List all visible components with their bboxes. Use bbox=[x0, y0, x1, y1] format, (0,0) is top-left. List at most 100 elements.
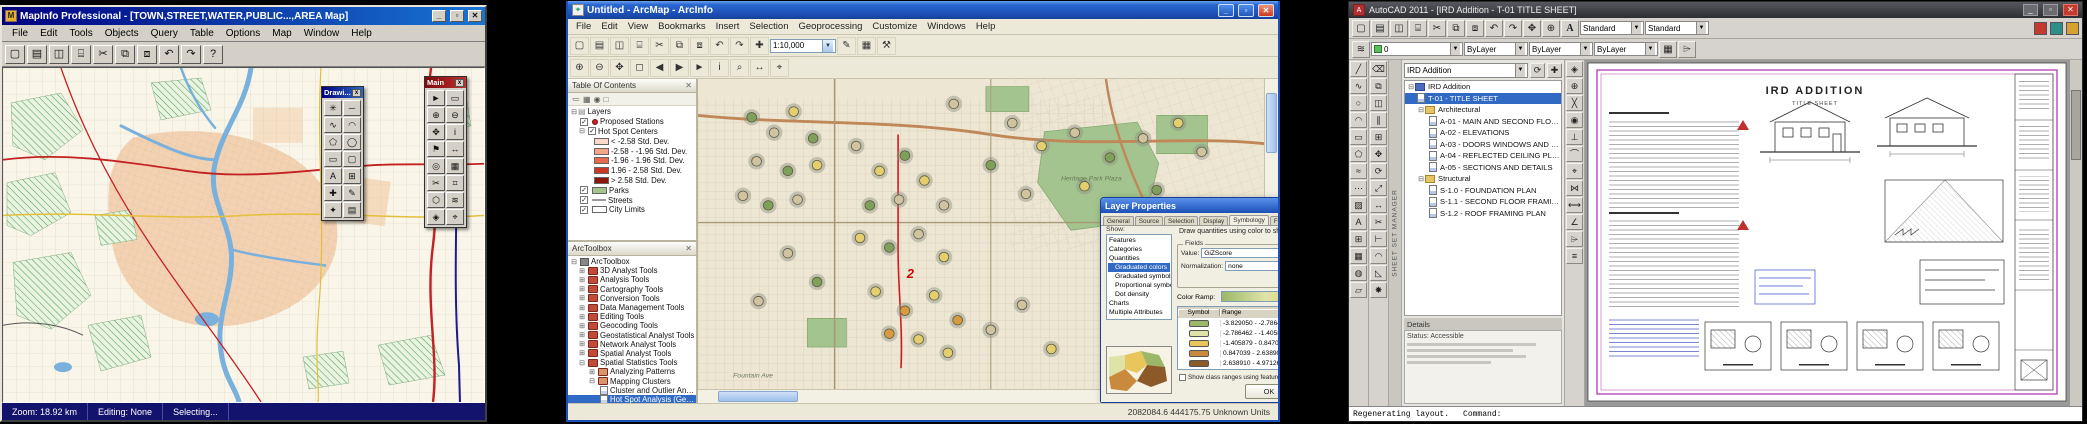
dialog-titlebar[interactable]: Layer Properties ✕ bbox=[1101, 198, 1278, 213]
snap-endpoint-icon[interactable]: ◈ bbox=[1566, 61, 1583, 77]
copy-icon[interactable]: ⧉ bbox=[115, 45, 135, 64]
snap-nearest-icon[interactable]: ⋈ bbox=[1566, 180, 1583, 196]
marquee-icon[interactable]: ▭ bbox=[446, 90, 464, 106]
frame-icon[interactable]: ⊞ bbox=[343, 168, 361, 184]
menu-windows[interactable]: Windows bbox=[922, 21, 971, 32]
close-button[interactable]: ✕ bbox=[1258, 4, 1274, 17]
menu-view[interactable]: View bbox=[623, 21, 653, 32]
maximize-button[interactable]: ▫ bbox=[2043, 4, 2058, 16]
block-icon[interactable]: ⊞ bbox=[1350, 231, 1367, 247]
change-view-icon[interactable]: ◎ bbox=[427, 158, 445, 174]
close-icon[interactable]: x bbox=[455, 79, 464, 87]
selecting-status[interactable]: Selecting... bbox=[163, 403, 229, 420]
text-style-combo[interactable]: Standard▼ bbox=[1580, 21, 1644, 35]
minimize-button[interactable]: _ bbox=[432, 10, 446, 22]
cut-icon[interactable]: ✂ bbox=[93, 45, 113, 64]
district-icon[interactable]: ⬡ bbox=[427, 192, 445, 208]
rectangle-icon[interactable]: ▭ bbox=[324, 151, 342, 167]
toolbox-icon[interactable]: ⚒ bbox=[877, 37, 896, 55]
autocad-titlebar[interactable]: A AutoCAD 2011 - [IRD Addition - T-01 TI… bbox=[1349, 2, 2082, 18]
graph-icon[interactable]: ≋ bbox=[446, 192, 464, 208]
toc-header[interactable]: Table Of Contents✕ bbox=[568, 79, 696, 93]
close-icon[interactable]: x bbox=[352, 89, 361, 97]
open-icon[interactable]: ▤ bbox=[27, 45, 47, 64]
color-combo[interactable]: ByLayer▼ bbox=[1464, 42, 1528, 56]
normalization-combo[interactable]: none▼ bbox=[1225, 261, 1278, 271]
snap-center-icon[interactable]: ◉ bbox=[1566, 112, 1583, 128]
sheet-set-combo[interactable]: IRD Addition▼ bbox=[1404, 63, 1528, 78]
menu-selection[interactable]: Selection bbox=[744, 21, 793, 32]
redo-icon[interactable]: ↷ bbox=[730, 37, 749, 55]
hotlink-icon[interactable]: ⌖ bbox=[446, 209, 464, 225]
details-header[interactable]: Details bbox=[1404, 318, 1562, 330]
menu-options[interactable]: Options bbox=[220, 27, 266, 40]
copy-icon[interactable]: ⧉ bbox=[670, 37, 689, 55]
mapinfo-titlebar[interactable]: M MapInfo Professional - [TOWN,STREET,WA… bbox=[2, 7, 485, 25]
match-properties-icon[interactable]: ⌲ bbox=[1678, 41, 1696, 58]
toc-tree[interactable]: ⊟▤ Layers ✓Proposed Stations ⊟✓Hot Spot … bbox=[568, 106, 696, 240]
zoom-out-icon[interactable]: ⊖ bbox=[446, 107, 464, 123]
line-icon[interactable]: ─ bbox=[343, 100, 361, 116]
add-data-icon[interactable]: ✚ bbox=[750, 37, 769, 55]
drawing-vertical-scrollbar[interactable] bbox=[2069, 60, 2082, 406]
properties-icon[interactable]: ▦ bbox=[1659, 41, 1677, 58]
menu-edit[interactable]: Edit bbox=[34, 27, 63, 40]
identify-icon[interactable]: i bbox=[710, 59, 729, 77]
back-extent-icon[interactable]: ◀ bbox=[650, 59, 669, 77]
explode-icon[interactable]: ✸ bbox=[1370, 282, 1387, 298]
hatch-icon[interactable]: ▨ bbox=[1350, 197, 1367, 213]
symbol-icon[interactable]: ✳ bbox=[324, 100, 342, 116]
clip-icon[interactable]: ✂ bbox=[427, 175, 445, 191]
arctoolbox-header[interactable]: ArcToolbox✕ bbox=[568, 242, 696, 256]
menu-map[interactable]: Map bbox=[266, 27, 297, 40]
value-field-combo[interactable]: GiZScore▼ bbox=[1201, 248, 1278, 258]
zoom-in-icon[interactable]: ⊕ bbox=[570, 59, 589, 77]
redo-icon[interactable]: ↷ bbox=[181, 45, 201, 64]
command-line[interactable]: Regenerating layout. Command: bbox=[1349, 406, 2082, 421]
menu-geoprocessing[interactable]: Geoprocessing bbox=[793, 21, 867, 32]
scale-icon[interactable]: ⤢ bbox=[1370, 180, 1387, 196]
add-node-icon[interactable]: ✚ bbox=[324, 185, 342, 201]
paste-icon[interactable]: ⧈ bbox=[690, 37, 709, 55]
ellipse-icon[interactable]: ◯ bbox=[343, 134, 361, 150]
undo-icon[interactable]: ↶ bbox=[159, 45, 179, 64]
print-icon[interactable]: ⌸ bbox=[71, 45, 91, 64]
paste-icon[interactable]: ⧈ bbox=[137, 45, 157, 64]
arcmap-titlebar[interactable]: ⌖ Untitled - ArcMap - ArcInfo _ ▫ ✕ bbox=[568, 1, 1278, 19]
snap-tangent-icon[interactable]: ⌒ bbox=[1566, 146, 1583, 162]
list-by-source-icon[interactable]: ▦ bbox=[583, 95, 591, 104]
point-icon[interactable]: ⋯ bbox=[1350, 180, 1367, 196]
tab-display[interactable]: Display bbox=[1199, 216, 1228, 225]
print-icon[interactable]: ⌸ bbox=[630, 37, 649, 55]
color-ramp-combo[interactable]: ▼ bbox=[1221, 291, 1278, 302]
extend-icon[interactable]: ⊢ bbox=[1370, 231, 1387, 247]
rounded-rect-icon[interactable]: ▢ bbox=[343, 151, 361, 167]
menu-help[interactable]: Help bbox=[971, 21, 1001, 32]
menu-edit[interactable]: Edit bbox=[596, 21, 622, 32]
tab-source[interactable]: Source bbox=[1135, 216, 1163, 225]
mapinfo-map-canvas[interactable] bbox=[3, 68, 484, 402]
xy-icon[interactable]: ⌖ bbox=[770, 59, 789, 77]
leader-icon[interactable]: ⌲ bbox=[1566, 231, 1583, 247]
dim-style-combo[interactable]: Standard▼ bbox=[1645, 21, 1709, 35]
menu-tools[interactable]: Tools bbox=[63, 27, 98, 40]
menu-window[interactable]: Window bbox=[298, 27, 346, 40]
text-icon[interactable]: A bbox=[1350, 214, 1367, 230]
maximize-button[interactable]: ▫ bbox=[450, 10, 464, 22]
measure-icon[interactable]: ≡ bbox=[1566, 248, 1583, 264]
copy-object-icon[interactable]: ⧉ bbox=[1370, 78, 1387, 94]
workspace-orange-icon[interactable] bbox=[2066, 22, 2079, 35]
zoom-in-icon[interactable]: ⊕ bbox=[427, 107, 445, 123]
linetype-combo[interactable]: ByLayer▼ bbox=[1529, 42, 1593, 56]
select-features-icon[interactable]: ► bbox=[690, 59, 709, 77]
pan-icon[interactable]: ✥ bbox=[1523, 20, 1541, 37]
copy-icon[interactable]: ⧉ bbox=[1447, 20, 1465, 37]
main-palette-titlebar[interactable]: Main x bbox=[425, 77, 466, 88]
new-icon[interactable]: ▢ bbox=[1352, 20, 1370, 37]
text-style-icon[interactable]: A bbox=[1561, 20, 1579, 37]
trim-icon[interactable]: ✂ bbox=[1370, 214, 1387, 230]
zoom-icon[interactable]: ⊕ bbox=[1542, 20, 1560, 37]
show-class-ranges-checkbox[interactable]: Show class ranges using feature values bbox=[1179, 374, 1278, 381]
menu-table[interactable]: Table bbox=[184, 27, 220, 40]
redo-icon[interactable]: ↷ bbox=[1504, 20, 1522, 37]
